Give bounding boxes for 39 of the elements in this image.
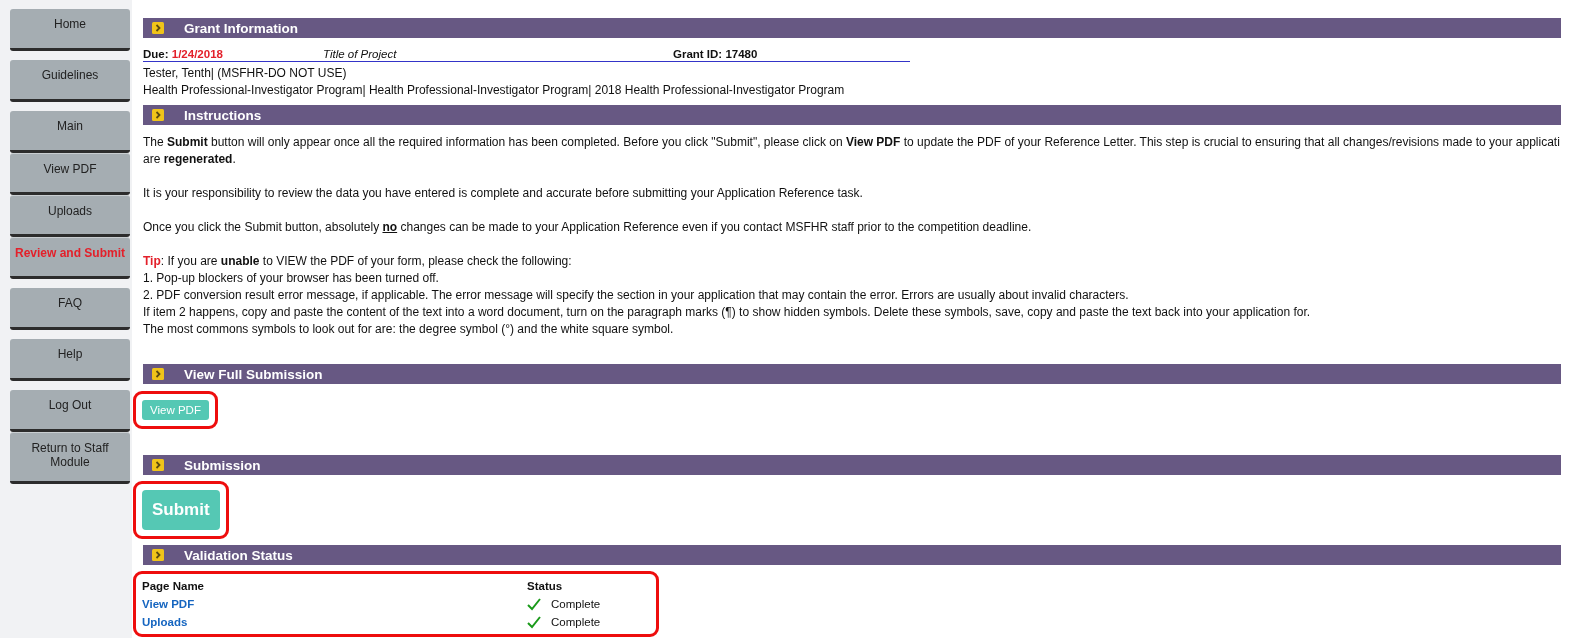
grant-detail-text: Health Professional-Investigator Program| Health Professional-Investigator Program| 2018 Health Professional-Investigator Program [143,82,846,99]
nav-button[interactable]: Home [10,9,130,51]
nav-button[interactable]: Guidelines [10,60,130,102]
project-title-text: Title of Project [323,48,398,60]
instruction-text: It is your responsibility to review the data you have entered is complete and accurate before submitting your Application Reference task. [143,185,864,202]
due-date-text: Due: 1/24/2018 [143,48,224,60]
column-header: Status [527,580,564,592]
page-link[interactable]: Uploads [142,616,527,628]
nav-button[interactable]: Help [10,339,130,381]
nav-button[interactable]: Return to Staff Module [10,432,130,484]
instruction-text: If item 2 happens, copy and paste the content of the text into a word document, turn on the paragraph marks (¶) to show hidden symbols. Delete these symbols, save, copy and paste the text back into your application for. [143,304,1312,321]
nav-button[interactable]: View PDF [10,153,130,195]
instruction-text: The Submit button will only appear once all the required information has been completed. Before you click "Submit", please click on View PDF to update the PDF of your Reference Letter. This step is crucial to ensuring that all changes/revisions made to your applicati [143,134,1561,151]
column-header: Page Name [142,580,205,592]
instruction-text: Tip: If you are unable to VIEW the PDF of your form, please check the following: [143,253,573,270]
instruction-text: are regenerated. [143,151,237,168]
section-title: View Full Submission [184,366,323,382]
instruction-text: 2. PDF conversion result error message, if applicable. The error message will specify the section in your application that may contain the error. Errors are usually about invalid characters. [143,287,1130,304]
chevron-icon [152,459,164,471]
instruction-text: Once you click the Submit button, absolutely no changes can be made to your Application Reference even if you contact MSFHR staff prior to the competition deadline. [143,219,1033,236]
chevron-icon [152,22,164,34]
status-text: Complete [551,616,601,628]
status-text: Complete [551,598,601,610]
instruction-text: 1. Pop-up blockers of your browser has been turned off. [143,270,440,287]
nav-button[interactable]: Uploads [10,195,130,237]
nav-button[interactable]: Main [10,111,130,153]
instruction-text: The most commons symbols to look out for are: the degree symbol (°) and the white square symbol. [143,321,675,338]
page-link[interactable]: View PDF [142,598,527,610]
chevron-icon [152,109,164,121]
chevron-icon [152,549,164,561]
chevron-icon [152,368,164,380]
section-title: Instructions [184,107,262,123]
nav-button[interactable]: Log Out [10,390,130,432]
nav-button[interactable]: FAQ [10,288,130,330]
grant-detail-text: Tester, Tenth| (MSFHR-DO NOT USE) [143,65,348,82]
section-title: Validation Status [184,547,293,563]
section-title: Grant Information [184,20,298,36]
grant-id-text: Grant ID: 17480 [673,48,758,60]
section-title: Submission [184,457,261,473]
